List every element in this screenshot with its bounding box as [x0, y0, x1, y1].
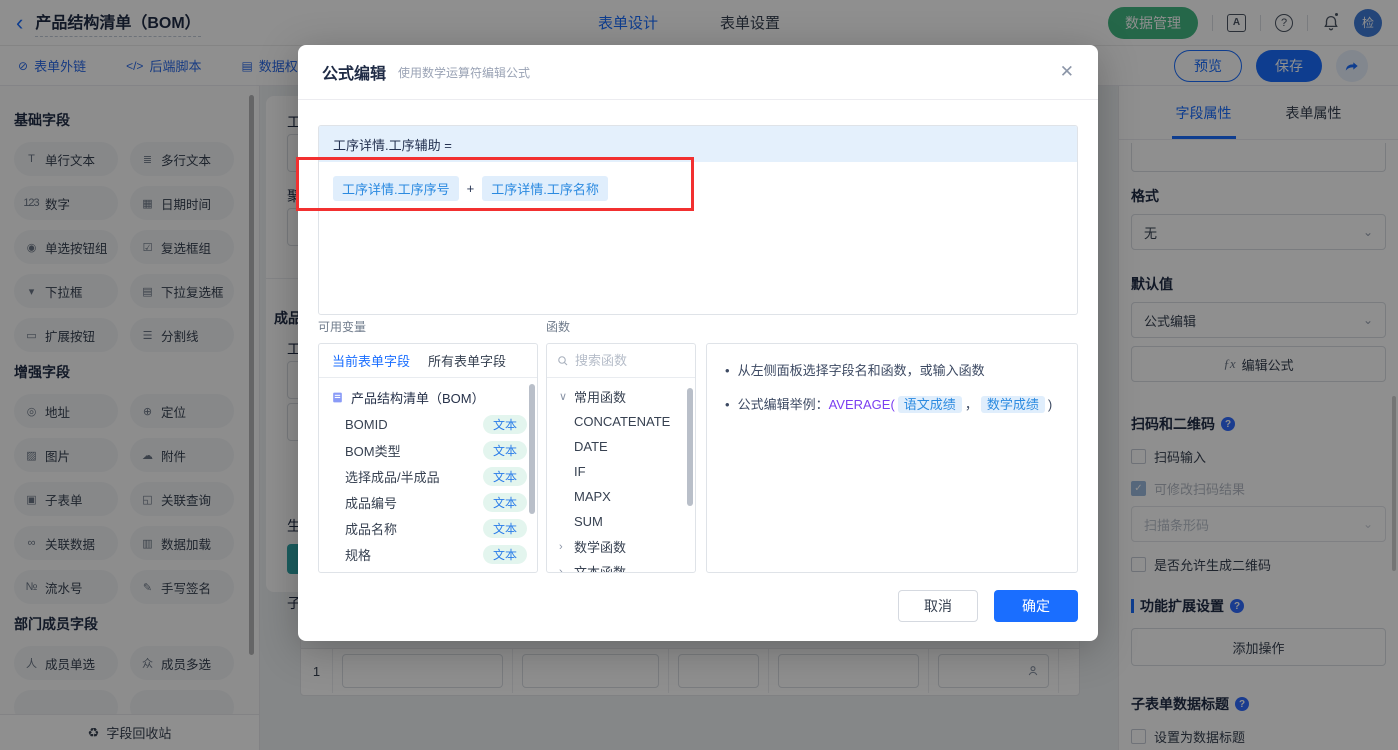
chevron-icon: › — [559, 540, 563, 553]
variable-type-badge: 文本 — [482, 440, 527, 460]
variable-type-badge: 文本 — [482, 414, 527, 434]
formula-editor[interactable]: 工序详情.工序辅助 = 工序详情.工序序号 + 工序详情.工序名称 — [318, 125, 1078, 315]
example-function: AVERAGE( — [828, 396, 895, 412]
formula-edit-modal: 公式编辑 使用数学运算符编辑公式 ✕ 工序详情.工序辅助 = 工序详情.工序序号… — [298, 45, 1098, 641]
function-group-row[interactable]: › 数学函数 — [551, 534, 691, 559]
variables-tab[interactable]: 所有表单字段 — [428, 351, 506, 370]
formula-expression: 工序详情.工序序号 + 工序详情.工序名称 — [319, 162, 1077, 215]
function-item[interactable]: IF — [551, 459, 691, 484]
modal-header: 公式编辑 使用数学运算符编辑公式 ✕ — [298, 45, 1098, 100]
example-field-chip: 数学成绩 — [980, 395, 1045, 413]
function-search-input[interactable] — [575, 353, 675, 368]
variable-name: 成品名称 — [345, 521, 398, 537]
function-item[interactable]: SUM — [551, 509, 691, 534]
variables-list: BOMID 文本 BOM类型 文本 选择成品/半成品 文本 成品编号 文本 成品… — [319, 411, 537, 567]
function-item[interactable]: MAPX — [551, 484, 691, 509]
functions-label: 函数 — [546, 320, 571, 334]
function-search-row — [547, 344, 695, 378]
variable-row[interactable]: 成品名称 文本 — [319, 515, 537, 541]
close-icon[interactable]: ✕ — [1060, 62, 1074, 82]
confirm-button[interactable]: 确定 — [994, 590, 1078, 622]
variables-tabs: 当前表单字段 所有表单字段 — [319, 344, 537, 378]
variable-name: 规格 — [345, 547, 372, 563]
modal-subtitle: 使用数学运算符编辑公式 — [398, 65, 531, 80]
modal-footer: 取消 确定 — [898, 590, 1078, 622]
function-group: › 文本函数 — [551, 559, 691, 573]
help-example-text: 公式编辑举例：AVERAGE(语文成绩，数学成绩) — [737, 395, 1053, 415]
function-group: › 数学函数 — [551, 534, 691, 559]
function-group-label: 数学函数 — [574, 540, 627, 555]
variables-label: 可用变量 — [318, 320, 367, 334]
function-group-label: 常用函数 — [574, 390, 627, 405]
functions-scrollbar[interactable] — [687, 388, 693, 506]
variables-scrollbar[interactable] — [529, 384, 535, 514]
formula-token[interactable]: 工序详情.工序名称 — [482, 176, 608, 201]
cancel-button[interactable]: 取消 — [898, 590, 978, 622]
variables-tab[interactable]: 当前表单字段 — [332, 351, 410, 370]
variable-row[interactable]: BOM类型 文本 — [319, 437, 537, 463]
formula-help-panel: 从左侧面板选择字段名和函数，或输入函数 公式编辑举例：AVERAGE(语文成绩，… — [706, 343, 1078, 573]
example-field-chip: 语文成绩 — [897, 395, 962, 413]
form-tree-root-label: 产品结构清单（BOM） — [351, 391, 485, 406]
function-item[interactable]: CONCATENATE — [551, 409, 691, 434]
variable-type-badge: 文本 — [482, 544, 527, 564]
app-root: ‹ 产品结构清单（BOM） 表单设计 表单设置 数据管理 A ? 检 ⊘ 表单外链 — [0, 0, 1398, 750]
formula-token[interactable]: + — [467, 181, 475, 196]
variables-panel: 当前表单字段 所有表单字段 产品结构清单（BOM） BOMID 文本 BOM类型 … — [318, 343, 538, 573]
function-group-items: CONCATENATE DATE IF MAPX SUM — [551, 409, 691, 534]
help-tip-text: 从左侧面板选择字段名和函数，或输入函数 — [737, 363, 985, 378]
variable-name: BOM类型 — [345, 443, 401, 459]
functions-panel: ∨ 常用函数 CONCATENATEDATEIFMAPXSUM › 数学函数 — [546, 343, 696, 573]
function-group-label: 文本函数 — [574, 565, 627, 573]
example-comma: ， — [964, 396, 978, 412]
formula-token[interactable]: 工序详情.工序序号 — [333, 176, 459, 201]
modal-title: 公式编辑 — [322, 66, 387, 83]
variable-row[interactable]: 成品编号 文本 — [319, 489, 537, 515]
variable-type-badge: 文本 — [482, 466, 527, 486]
function-item[interactable]: DATE — [551, 434, 691, 459]
function-list: ∨ 常用函数 CONCATENATE DATE IF MAPX SUM › 数学函数 — [547, 378, 695, 573]
function-group-row[interactable]: › 文本函数 — [551, 559, 691, 573]
help-example: 公式编辑举例：AVERAGE(语文成绩，数学成绩) — [725, 395, 1059, 415]
document-icon — [333, 392, 342, 403]
variable-row[interactable]: 规格 文本 — [319, 541, 537, 567]
variable-name: BOMID — [345, 416, 388, 432]
variable-name: 选择成品/半成品 — [345, 469, 440, 485]
function-group: ∨ 常用函数 CONCATENATE DATE IF MAPX SUM — [551, 384, 691, 534]
search-icon — [558, 355, 568, 365]
chevron-icon: › — [559, 565, 563, 573]
variable-type-badge: 文本 — [482, 492, 527, 512]
variable-row[interactable]: BOMID 文本 — [319, 411, 537, 437]
example-prefix: 公式编辑举例： — [737, 396, 829, 412]
formula-target: 工序详情.工序辅助 = — [319, 126, 1077, 162]
example-close-paren: ) — [1047, 396, 1053, 412]
variable-name: 成品编号 — [345, 495, 398, 511]
help-tip: 从左侧面板选择字段名和函数，或输入函数 — [725, 361, 1059, 381]
function-group-row[interactable]: ∨ 常用函数 — [551, 384, 691, 409]
variable-type-badge: 文本 — [482, 518, 527, 538]
form-tree-root[interactable]: 产品结构清单（BOM） — [319, 378, 537, 411]
variable-row[interactable]: 选择成品/半成品 文本 — [319, 463, 537, 489]
chevron-icon: ∨ — [559, 391, 568, 403]
